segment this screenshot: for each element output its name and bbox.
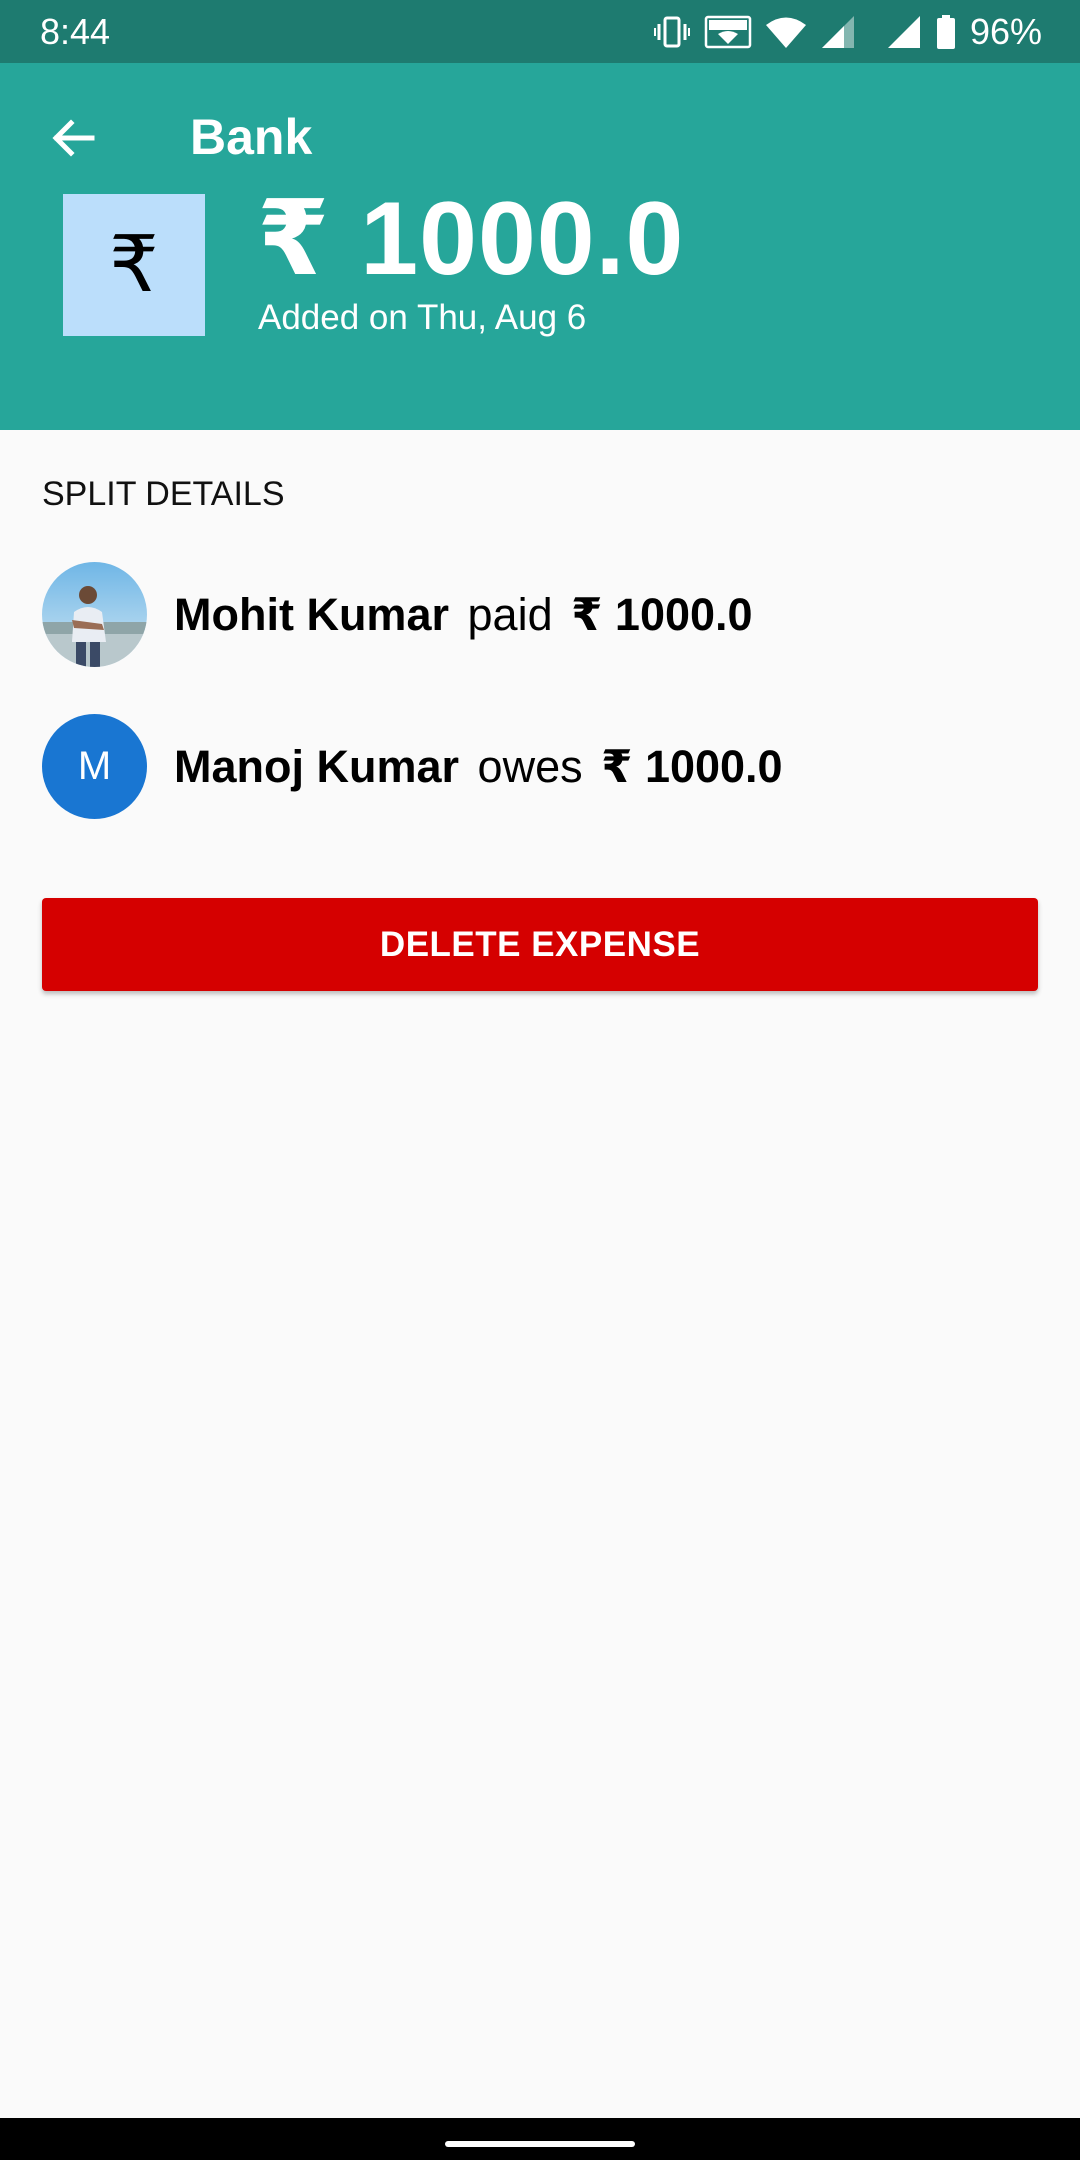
- split-row-payer: Mohit Kumar paid ₹ 1000.0: [42, 562, 1042, 667]
- status-icons: 96%: [653, 10, 1042, 54]
- vowifi-icon: [704, 15, 752, 49]
- vibrate-icon: [653, 15, 690, 49]
- member-name: Manoj Kumar: [174, 740, 460, 792]
- battery-icon: [936, 15, 956, 49]
- battery-percentage: 96%: [969, 11, 1042, 52]
- split-row-text: Mohit Kumar paid ₹ 1000.0: [174, 587, 753, 643]
- split-row-text: Manoj Kumar owes ₹ 1000.0: [174, 739, 783, 795]
- split-verb: paid: [467, 588, 553, 640]
- back-arrow-icon[interactable]: [48, 113, 98, 163]
- split-amount: ₹ 1000.0: [601, 740, 783, 792]
- wifi-icon: [765, 16, 806, 48]
- member-name: Mohit Kumar: [174, 588, 449, 640]
- expense-header: Bank ₹ ₹ 1000.0 Added on Thu, Aug 6: [0, 63, 1080, 430]
- category-icon: ₹: [63, 194, 205, 336]
- split-verb: owes: [477, 740, 583, 792]
- page-title: Bank: [190, 109, 313, 165]
- navigation-bar: [0, 2118, 1080, 2160]
- expense-amount: ₹ 1000.0: [257, 181, 685, 297]
- avatar: M: [42, 714, 147, 819]
- rupee-icon: ₹: [109, 220, 159, 310]
- status-time: 8:44: [40, 11, 111, 52]
- split-row-ower: M Manoj Kumar owes ₹ 1000.0: [42, 714, 1042, 819]
- added-on-date: Added on Thu, Aug 6: [258, 298, 587, 337]
- delete-expense-button[interactable]: DELETE EXPENSE: [42, 898, 1038, 991]
- split-amount: ₹ 1000.0: [571, 588, 753, 640]
- signal-icon: [820, 16, 856, 48]
- avatar: [42, 562, 147, 667]
- split-details-heading: SPLIT DETAILS: [42, 475, 285, 513]
- signal-icon: [886, 16, 922, 48]
- home-gesture-handle[interactable]: [445, 2141, 635, 2147]
- status-bar: 8:44 96%: [0, 0, 1080, 63]
